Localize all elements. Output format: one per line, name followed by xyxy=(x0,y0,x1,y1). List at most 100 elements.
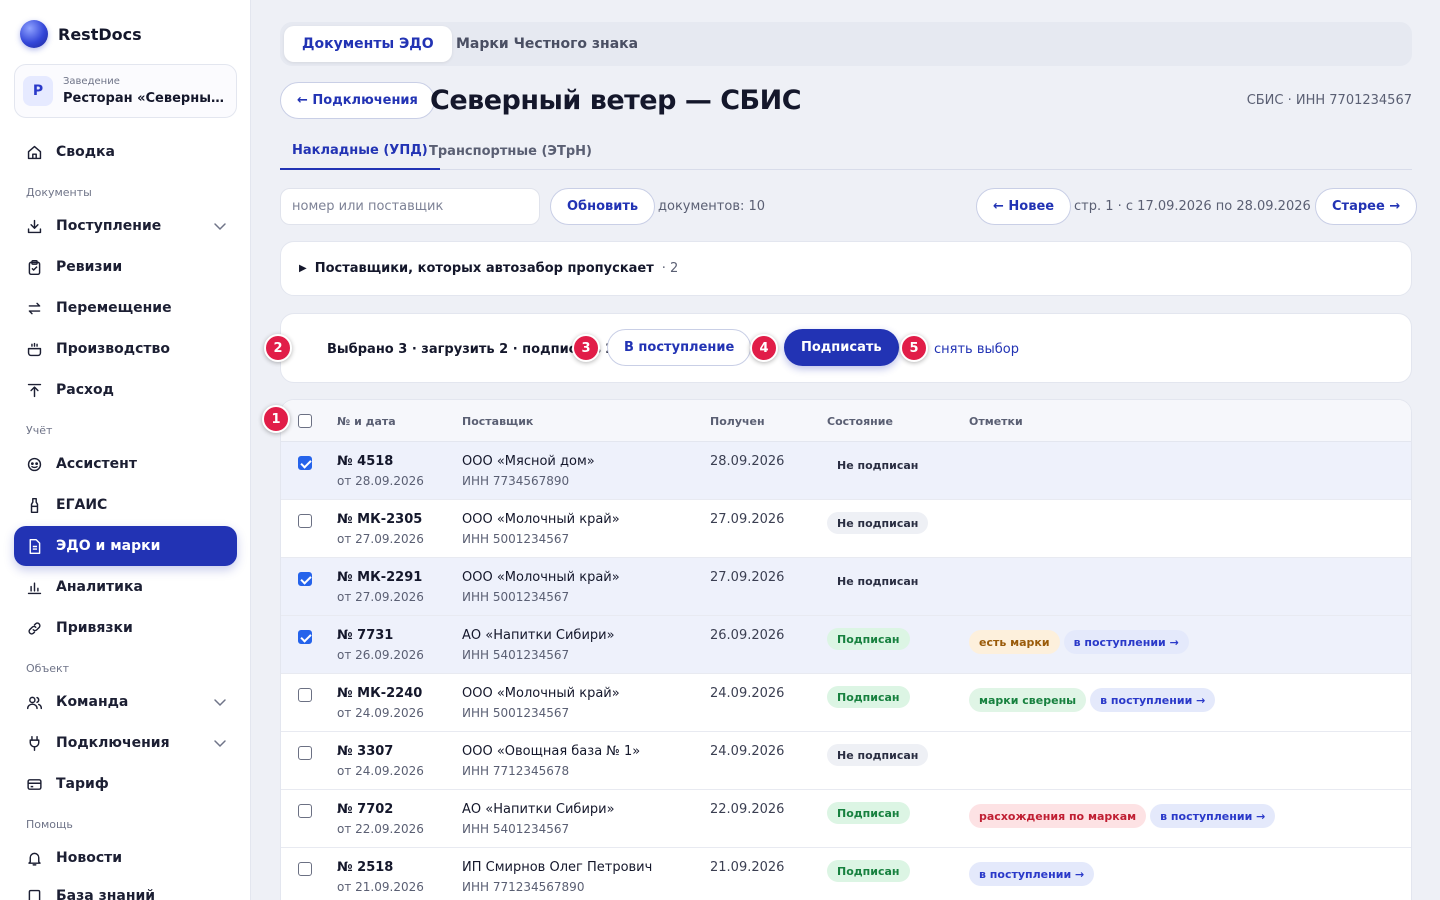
document-number[interactable]: № 2518 xyxy=(337,860,393,875)
row-checkbox[interactable] xyxy=(298,746,312,760)
selection-bar: 2 Выбрано 3 · загрузить 2 · подписать 2 … xyxy=(264,313,1412,384)
sidebar-item-label: Новости xyxy=(56,850,123,866)
row-checkbox[interactable] xyxy=(298,862,312,876)
document-number[interactable]: № МК-2240 xyxy=(337,686,422,701)
document-date: от 26.09.2026 xyxy=(337,648,424,662)
sidebar-item-team[interactable]: Команда xyxy=(14,682,237,722)
sidebar-item-label: Привязки xyxy=(56,620,133,636)
table-row[interactable]: № 7702 от 22.09.2026 АО «Напитки Сибири» ИН… xyxy=(281,790,1411,848)
to-receipt-button[interactable]: В поступление xyxy=(607,329,752,366)
sidebar-item-connections[interactable]: Подключения xyxy=(14,723,237,763)
column-header-supplier[interactable]: Поставщик xyxy=(462,400,533,442)
sidebar-item-label: Сводка xyxy=(56,144,116,160)
sidebar-item-transfer[interactable]: Перемещение xyxy=(14,288,237,328)
plug-icon xyxy=(29,735,40,751)
column-header-received[interactable]: Получен xyxy=(710,400,765,442)
skipped-suppliers-disclosure[interactable]: ▶ Поставщики, которых автозабор пропуска… xyxy=(280,241,1412,296)
sidebar-item-receipt[interactable]: Поступление xyxy=(14,206,237,246)
sidebar: RestDocs Р Заведение Ресторан «Северный … xyxy=(0,0,251,900)
sign-button[interactable]: Подписать xyxy=(784,329,899,366)
document-number[interactable]: № 4518 xyxy=(337,454,393,469)
chevron-down-icon[interactable] xyxy=(213,219,227,233)
tab-transport-etrn[interactable]: Транспортные (ЭТрН) xyxy=(429,132,592,170)
table-row[interactable]: № 4518 от 28.09.2026 ООО «Мясной дом» ИНН 7… xyxy=(281,442,1411,500)
skipped-suppliers-label: Поставщики, которых автозабор пропускает xyxy=(314,261,654,276)
supplier-name: ООО «Молочный край» xyxy=(462,686,620,701)
row-checkbox[interactable] xyxy=(298,456,312,470)
tab-edo-documents[interactable]: Документы ЭДО xyxy=(284,26,452,62)
older-page-button[interactable]: Старее → xyxy=(1315,188,1418,225)
row-checkbox[interactable] xyxy=(298,630,312,644)
in-receipt-link[interactable]: в поступлении → xyxy=(969,862,1095,886)
received-date: 24.09.2026 xyxy=(710,686,785,701)
table-row[interactable]: № МК-2305 от 27.09.2026 ООО «Молочный край… xyxy=(281,500,1411,558)
supplier-name: АО «Напитки Сибири» xyxy=(462,628,615,643)
in-receipt-link[interactable]: в поступлении → xyxy=(1063,630,1189,654)
sidebar-item-knowledge-base[interactable]: База знаний xyxy=(14,876,237,900)
callout-badge: 1 xyxy=(262,405,290,433)
brand[interactable]: RestDocs xyxy=(20,18,142,50)
document-number[interactable]: № МК-2305 xyxy=(337,512,422,527)
sidebar-item-bindings[interactable]: Привязки xyxy=(14,608,237,648)
column-header-marks: Отметки xyxy=(969,414,1023,428)
document-icon xyxy=(29,538,41,554)
search-input[interactable] xyxy=(280,188,540,225)
back-to-connections-button[interactable]: ← Подключения xyxy=(280,82,435,119)
document-date: от 24.09.2026 xyxy=(337,764,424,778)
page-info: стр. 1 · с 17.09.2026 по 28.09.2026 xyxy=(1074,199,1311,214)
received-date: 27.09.2026 xyxy=(710,570,785,585)
sidebar-item-summary[interactable]: Сводка xyxy=(14,132,237,172)
sidebar-item-news[interactable]: Новости xyxy=(14,838,237,878)
chevron-down-icon[interactable] xyxy=(213,695,227,709)
row-checkbox[interactable] xyxy=(298,688,312,702)
sidebar-item-expense[interactable]: Расход xyxy=(14,370,237,410)
link-icon xyxy=(28,621,41,635)
supplier-inn: ИНН 5401234567 xyxy=(462,822,570,836)
sidebar-item-egais[interactable]: ЕГАИС xyxy=(14,485,237,525)
table-row[interactable]: № МК-2291 от 27.09.2026 ООО «Молочный край… xyxy=(281,558,1411,616)
tab-invoices-upd[interactable]: Накладные (УПД) xyxy=(280,132,440,170)
column-header-status[interactable]: Состояние xyxy=(827,400,893,442)
chevron-down-icon[interactable] xyxy=(213,736,227,750)
status-badge: Не подписан xyxy=(827,512,929,534)
sidebar-item-label: Тариф xyxy=(56,776,109,792)
newer-page-button[interactable]: ← Новее xyxy=(976,188,1072,225)
row-checkbox[interactable] xyxy=(298,572,312,586)
clear-selection-link[interactable]: снять выбор xyxy=(934,314,1019,384)
table-row[interactable]: № 2518 от 21.09.2026 ИП Смирнов Олег Петро… xyxy=(281,848,1411,900)
document-date: от 21.09.2026 xyxy=(337,880,424,894)
document-type-tabs: Накладные (УПД) Транспортные (ЭТрН) xyxy=(280,132,1412,170)
tab-honest-sign-marks[interactable]: Марки Честного знака xyxy=(438,26,656,62)
table-row[interactable]: № МК-2240 от 24.09.2026 ООО «Молочный край… xyxy=(281,674,1411,732)
select-all-checkbox[interactable] xyxy=(298,414,312,428)
document-number[interactable]: № 7702 xyxy=(337,802,393,817)
sidebar-item-label: Ревизии xyxy=(56,259,123,275)
sidebar-item-tariff[interactable]: Тариф xyxy=(14,764,237,804)
assistant-icon xyxy=(27,457,42,471)
row-checkbox[interactable] xyxy=(298,514,312,528)
table-row[interactable]: № 3307 от 24.09.2026 ООО «Овощная база № 1… xyxy=(281,732,1411,790)
document-date: от 22.09.2026 xyxy=(337,822,424,836)
document-number[interactable]: № МК-2291 xyxy=(337,570,422,585)
chart-icon xyxy=(27,582,42,594)
venue-text: Заведение Ресторан «Северный ветер» xyxy=(63,76,228,106)
bell-icon xyxy=(28,852,41,866)
brand-logo-icon xyxy=(20,20,48,48)
callout-badge: 5 xyxy=(900,334,928,362)
in-receipt-link[interactable]: в поступлении → xyxy=(1090,688,1216,712)
document-number[interactable]: № 7731 xyxy=(337,628,393,643)
refresh-button[interactable]: Обновить xyxy=(550,188,656,225)
status-badge: Подписан xyxy=(827,628,910,650)
sidebar-item-assistant[interactable]: Ассистент xyxy=(14,444,237,484)
venue-name: Ресторан «Северный ветер» xyxy=(63,91,228,106)
sidebar-item-analytics[interactable]: Аналитика xyxy=(14,567,237,607)
column-header-number-date[interactable]: № и дата xyxy=(337,400,396,442)
sidebar-item-production[interactable]: Производство xyxy=(14,329,237,369)
sidebar-item-inventory[interactable]: Ревизии xyxy=(14,247,237,287)
row-checkbox[interactable] xyxy=(298,804,312,818)
venue-selector[interactable]: Р Заведение Ресторан «Северный ветер» xyxy=(14,64,237,118)
in-receipt-link[interactable]: в поступлении → xyxy=(1150,804,1276,828)
sidebar-item-edo[interactable]: ЭДО и марки xyxy=(14,526,237,566)
document-number[interactable]: № 3307 xyxy=(337,744,393,759)
table-row[interactable]: № 7731 от 26.09.2026 АО «Напитки Сибири» ИН… xyxy=(281,616,1411,674)
